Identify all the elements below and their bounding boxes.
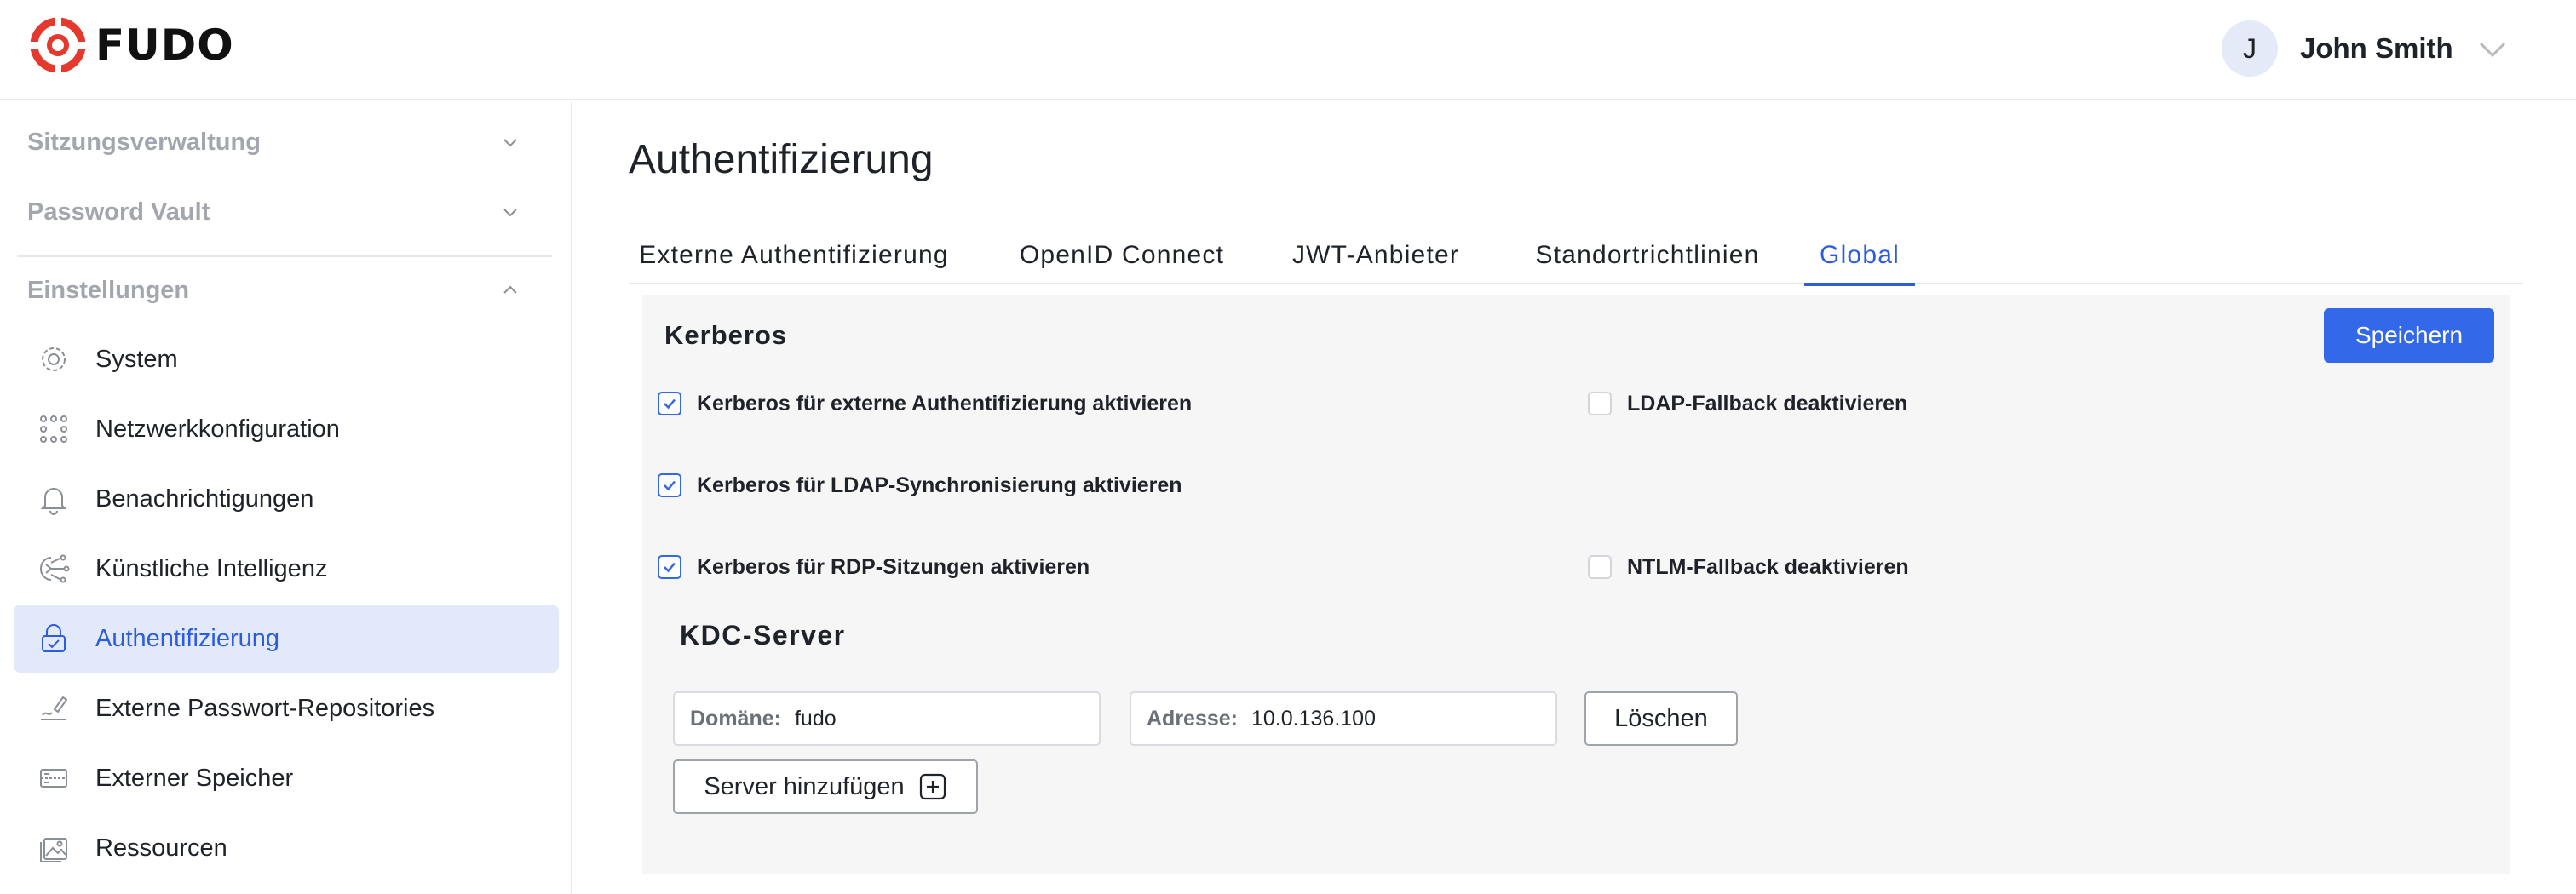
logo-text: FUDO [95, 20, 234, 70]
network-icon [40, 415, 67, 443]
save-button[interactable]: Speichern [2324, 308, 2494, 363]
check-icon [664, 562, 676, 573]
signature-icon [41, 696, 68, 720]
sidebar-item-benachrichtigungen[interactable]: Benachrichtigungen [14, 465, 559, 533]
sidebar-item-authentifizierung[interactable]: Authentifizierung [14, 605, 559, 673]
tab-global[interactable]: Global [1804, 226, 1915, 286]
checkbox-label: Kerberos für externe Authentifizierung a… [697, 391, 1193, 415]
avatar: J [2222, 20, 2278, 77]
image-icon [40, 838, 67, 862]
plus-square-icon [919, 773, 946, 800]
delete-server-button[interactable]: Löschen [1584, 691, 1738, 746]
address-label: Adresse: [1147, 706, 1238, 731]
domain-field[interactable]: Domäne: fudo [673, 691, 1101, 746]
checkbox[interactable] [658, 473, 681, 497]
sidebar-item-label: Netzwerkkonfiguration [95, 415, 340, 443]
sidebar-divider [17, 255, 552, 257]
sidebar-group-label: Einstellungen [27, 276, 190, 304]
checkbox-label: Kerberos für RDP-Sitzungen aktivieren [697, 554, 1090, 579]
checkbox-kerberos-external-auth[interactable]: Kerberos für externe Authentifizierung a… [658, 387, 1192, 421]
kerberos-panel: Kerberos Speichern Kerberos für externe … [642, 295, 2510, 874]
check-icon [664, 398, 676, 410]
checkbox-ldap-fallback[interactable]: LDAP-Fallback deaktivieren [1588, 387, 1907, 421]
sidebar-group-label: Password Vault [27, 198, 210, 226]
sidebar-group-label: Sitzungsverwaltung [27, 128, 261, 156]
checkbox-ntlm-fallback[interactable]: NTLM-Fallback deaktivieren [1588, 550, 1909, 584]
address-field[interactable]: Adresse: 10.0.136.100 [1130, 691, 1557, 746]
sidebar-item-label: Externer Speicher [95, 764, 294, 792]
add-server-button[interactable]: Server hinzufügen [673, 759, 978, 814]
bell-icon [40, 488, 67, 515]
sidebar-item-label: Künstliche Intelligenz [95, 554, 328, 582]
user-name: John Smith [2300, 32, 2453, 64]
kdc-server-title: KDC-Server [680, 620, 846, 650]
sidebar-group-password-vault[interactable]: Password Vault [0, 182, 572, 242]
checkbox-label: LDAP-Fallback deaktivieren [1627, 391, 1908, 415]
storage-icon [40, 769, 67, 788]
sidebar-item-ressourcen[interactable]: Ressourcen [14, 814, 559, 882]
sidebar-item-label: Authentifizierung [95, 624, 280, 652]
sidebar-item-label: Ressourcen [95, 834, 227, 862]
check-icon [664, 480, 676, 491]
sidebar-item-label: System [95, 345, 178, 373]
checkbox-kerberos-ldap-sync[interactable]: Kerberos für LDAP-Synchronisierung aktiv… [658, 468, 1182, 502]
tab-bar: Externe Authentifizierung OpenID Connect… [629, 226, 2523, 286]
checkbox-kerberos-rdp[interactable]: Kerberos für RDP-Sitzungen aktivieren [658, 550, 1090, 584]
page-title: Authentifizierung [629, 137, 934, 182]
sidebar-item-label: Benachrichtigungen [95, 484, 314, 513]
add-server-label: Server hinzufügen [704, 772, 905, 800]
fudo-logo-icon [27, 14, 89, 76]
chevron-down-icon[interactable] [2475, 32, 2510, 66]
sidebar-group-sitzungsverwaltung[interactable]: Sitzungsverwaltung [0, 112, 572, 172]
sidebar-item-externe-passwort-repositories[interactable]: Externe Passwort-Repositories [14, 674, 559, 742]
domain-label: Domäne: [690, 706, 781, 731]
gear-icon [42, 347, 66, 371]
tab-standortrichtlinien[interactable]: Standortrichtlinien [1520, 226, 1775, 284]
checkbox[interactable] [658, 392, 681, 415]
chevron-down-icon [503, 209, 517, 217]
checkbox-label: Kerberos für LDAP-Synchronisierung aktiv… [697, 473, 1182, 497]
checkbox-label: NTLM-Fallback deaktivieren [1627, 554, 1909, 579]
domain-value: fudo [794, 706, 837, 731]
tab-externe-authentifizierung[interactable]: Externe Authentifizierung [632, 226, 956, 284]
ai-icon [40, 554, 70, 583]
top-bar: FUDO J John Smith [0, 0, 2576, 100]
sidebar-item-label: Externe Passwort-Repositories [95, 694, 435, 722]
logo[interactable]: FUDO [27, 14, 234, 77]
checkbox[interactable] [658, 555, 681, 579]
sidebar-group-einstellungen[interactable]: Einstellungen [0, 261, 572, 320]
sidebar-item-externer-speicher[interactable]: Externer Speicher [14, 744, 559, 812]
sidebar-item-netzwerkkonfiguration[interactable]: Netzwerkkonfiguration [14, 395, 559, 463]
lock-check-icon [42, 624, 66, 652]
tab-openid-connect[interactable]: OpenID Connect [1014, 226, 1230, 284]
sidebar: Sitzungsverwaltung Password Vault Einste… [0, 102, 572, 894]
chevron-down-icon [503, 139, 517, 147]
user-menu[interactable]: J John Smith [2222, 20, 2510, 77]
tab-jwt-anbieter[interactable]: JWT-Anbieter [1283, 226, 1469, 284]
address-value: 10.0.136.100 [1251, 706, 1376, 731]
sidebar-item-kuenstliche-intelligenz[interactable]: Künstliche Intelligenz [14, 535, 559, 603]
chevron-up-icon [503, 285, 517, 294]
sidebar-item-system[interactable]: System [14, 325, 559, 393]
checkbox[interactable] [1588, 392, 1612, 415]
checkbox[interactable] [1588, 555, 1612, 579]
section-title: Kerberos [664, 320, 788, 350]
